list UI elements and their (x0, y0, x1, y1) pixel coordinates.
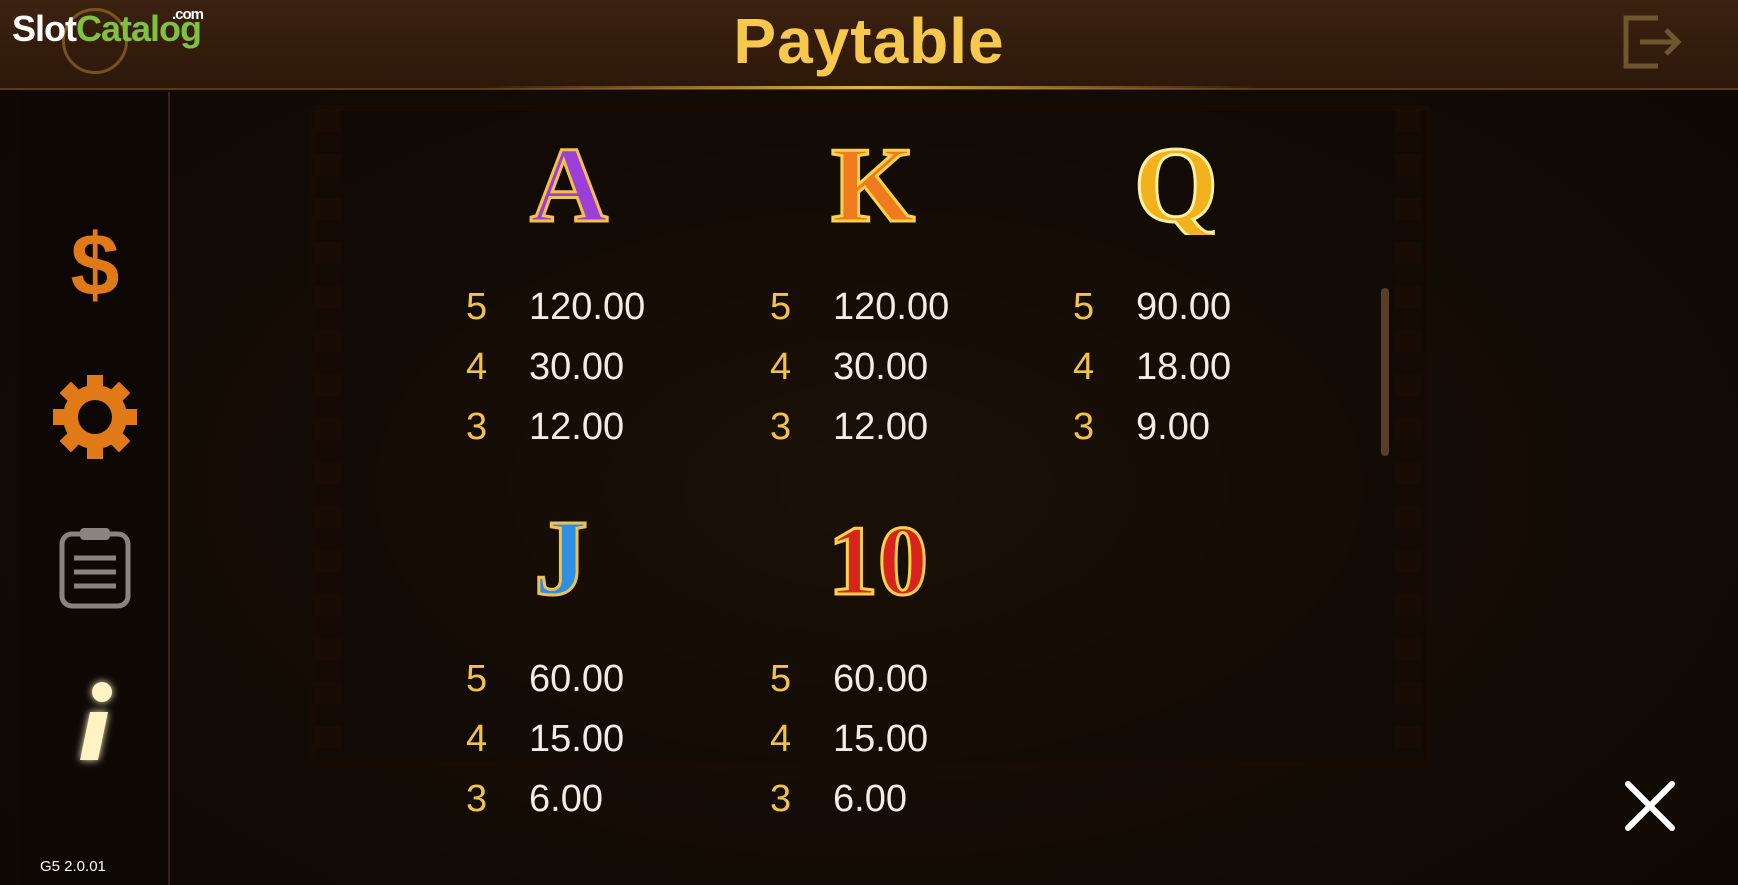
close-button[interactable] (1620, 776, 1680, 836)
svg-text:J: J (534, 499, 588, 608)
clipboard-icon (59, 528, 131, 609)
svg-text:A: A (530, 126, 608, 235)
symbol-k: K (813, 125, 933, 247)
symbol-a: A (509, 125, 629, 247)
header-glow-line (480, 86, 1260, 89)
sidebar-item-bet[interactable]: $ (50, 215, 140, 314)
svg-text:10: 10 (828, 505, 928, 608)
symbol-q: Q (1116, 125, 1236, 247)
close-icon (1625, 781, 1675, 831)
scrollbar-thumb[interactable] (1381, 288, 1389, 456)
dollar-icon: $ (71, 215, 120, 314)
version-label: G5 2.0.01 (40, 858, 106, 875)
letter-j-icon: J (533, 498, 590, 620)
letter-a-icon: A (529, 125, 610, 247)
svg-text:K: K (831, 126, 915, 235)
exit-button[interactable] (1618, 12, 1688, 72)
symbol-j: J (501, 498, 621, 620)
symbol-10: 10 (808, 498, 948, 618)
letter-q-icon: Q (1132, 125, 1219, 247)
header-bar: SlotCatalog .com Paytable (0, 0, 1738, 90)
svg-text:Q: Q (1134, 126, 1218, 235)
sidebar: $ (20, 92, 170, 885)
sidebar-item-info[interactable] (50, 672, 140, 762)
page-title: Paytable (733, 5, 1005, 77)
letter-k-icon: K (829, 125, 916, 247)
gear-icon (53, 375, 137, 459)
info-icon (80, 682, 112, 760)
number-10-icon: 10 (827, 504, 930, 618)
svg-text:$: $ (71, 217, 120, 307)
exit-icon (1623, 15, 1682, 69)
sidebar-item-settings[interactable] (50, 372, 140, 462)
sidebar-item-history[interactable] (50, 522, 140, 612)
